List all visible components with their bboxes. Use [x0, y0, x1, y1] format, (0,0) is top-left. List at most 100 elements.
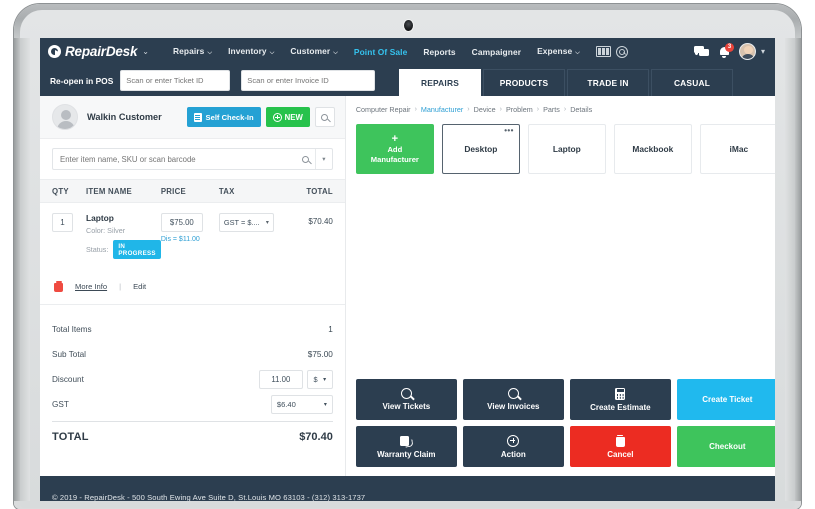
overflow-menu-icon[interactable]: ••• [504, 127, 514, 135]
self-check-in-button[interactable]: Self Check-In [186, 107, 261, 127]
manufacturer-card-label: Laptop [552, 144, 581, 154]
grand-total-value: $70.40 [299, 431, 333, 443]
document-icon [193, 112, 202, 122]
ticket-id-input[interactable] [120, 70, 231, 91]
tab-repairs[interactable]: REPAIRS [399, 69, 481, 96]
column-header-tax: TAX [218, 186, 235, 196]
gst-select-value: $6.40 [276, 400, 296, 409]
price-input[interactable]: $75.00 [160, 213, 203, 232]
add-manufacturer-button[interactable]: + Add Manufacturer [355, 124, 434, 174]
tab-trade-in[interactable]: TRADE IN [567, 69, 649, 96]
brand-logo[interactable]: RepairDesk ⌄ [48, 44, 149, 59]
avatar[interactable] [738, 43, 756, 60]
device-screen: RepairDesk ⌄ Repairs ⌵ Inventory ⌵ Custome… [40, 38, 775, 501]
cancel-label: Cancel [607, 449, 634, 459]
circle-search-icon[interactable] [615, 45, 628, 58]
manufacturer-card-list: + Add Manufacturer ••• Desktop Laptop Ma… [355, 124, 775, 174]
column-header-item-name: ITEM NAME [86, 186, 132, 196]
create-ticket-button[interactable]: Create Ticket [676, 379, 775, 420]
tab-products[interactable]: PRODUCTS [483, 69, 565, 96]
footer-text: © 2019 - RepairDesk - 500 South Ewing Av… [52, 493, 366, 501]
table-row: 1 Laptop Color: Silver Status: IN PROGRE… [40, 203, 345, 259]
discount-unit-value: $ [313, 375, 318, 384]
cell-item-name: Laptop Color: Silver Status: IN PROGRESS [86, 213, 161, 259]
nav-item-point-of-sale[interactable]: Point Of Sale [346, 47, 415, 57]
item-search-input[interactable] [53, 154, 296, 164]
nav-item-expense[interactable]: Expense ⌵ [529, 46, 588, 57]
brand-name: RepairDesk [65, 44, 138, 59]
nav-item-label: Campaigner [471, 46, 522, 57]
breadcrumb-item-manufacturer[interactable]: Manufacturer [421, 105, 463, 114]
breadcrumb-item-details[interactable]: Details [570, 105, 592, 114]
cell-price: $75.00 Dis = $11.00 [160, 213, 219, 243]
notifications-button[interactable]: 3 [719, 42, 734, 58]
column-header-price: PRICE [160, 186, 186, 196]
manufacturer-card-imac[interactable]: iMac [699, 124, 775, 174]
search-icon [507, 388, 519, 399]
nav-item-inventory[interactable]: Inventory ⌵ [220, 46, 282, 57]
view-invoices-label: View Invoices [487, 402, 540, 411]
device-edge-right [795, 38, 801, 501]
grand-total-row: TOTAL $70.40 [52, 422, 333, 452]
grid-icon[interactable] [595, 46, 611, 57]
warranty-icon [399, 435, 413, 447]
tax-select[interactable]: GST = $.... ▾ [218, 213, 274, 232]
trash-icon [615, 434, 625, 447]
chevron-down-icon[interactable]: ▾ [761, 47, 765, 56]
quantity-stepper[interactable]: 1 [52, 213, 73, 232]
create-estimate-button[interactable]: Create Estimate [569, 379, 671, 420]
nav-item-repairs[interactable]: Repairs ⌵ [165, 46, 220, 57]
manufacturer-card-laptop[interactable]: Laptop [527, 124, 606, 174]
item-search-dropdown-toggle[interactable]: ▾ [316, 155, 332, 163]
create-estimate-label: Create Estimate [590, 402, 651, 412]
column-header-total: TOTAL [306, 186, 333, 196]
cancel-button[interactable]: Cancel [569, 426, 671, 467]
invoice-id-input[interactable] [241, 70, 375, 91]
search-icon [400, 388, 412, 399]
repairdesk-logo-icon [48, 45, 61, 58]
add-manufacturer-label-line1: Add [387, 144, 403, 154]
breadcrumb-item-device[interactable]: Device [474, 105, 496, 114]
breadcrumb-item-computer-repair[interactable]: Computer Repair [356, 105, 411, 114]
more-info-link[interactable]: More Info [75, 282, 107, 291]
manufacturer-card-mackbook[interactable]: Mackbook [613, 124, 692, 174]
chat-icon[interactable] [693, 45, 710, 58]
trash-icon[interactable] [54, 281, 63, 292]
warranty-claim-button[interactable]: Warranty Claim [355, 426, 457, 467]
nav-item-reports[interactable]: Reports [415, 47, 463, 57]
discount-note[interactable]: Dis = $11.00 [161, 236, 219, 243]
nav-item-campaigner[interactable]: Campaigner [464, 47, 529, 57]
customer-search-button[interactable] [314, 107, 335, 127]
discount-input[interactable]: 11.00 [258, 370, 303, 389]
view-invoices-button[interactable]: View Invoices [462, 379, 564, 420]
repair-selection-panel: Computer Repair › Manufacturer › Device … [345, 96, 775, 476]
chevron-down-icon: ⌄ [142, 47, 149, 56]
create-ticket-label: Create Ticket [702, 395, 753, 404]
breadcrumb-item-parts[interactable]: Parts [543, 105, 560, 114]
cell-row-total: $70.40 [308, 217, 333, 226]
self-check-in-label: Self Check-In [205, 112, 254, 122]
item-search-button[interactable] [296, 155, 315, 163]
gst-select[interactable]: $6.40 ▾ [270, 395, 333, 414]
breadcrumb-item-problem[interactable]: Problem [506, 105, 533, 114]
tax-select-value: GST = $.... [223, 218, 260, 227]
warranty-claim-label: Warranty Claim [377, 449, 436, 459]
plus-circle-icon [507, 434, 520, 447]
tab-casual[interactable]: CASUAL [651, 69, 733, 96]
new-customer-button[interactable]: NEW [265, 107, 310, 127]
action-button[interactable]: Action [462, 426, 564, 467]
chevron-down-icon: ⌵ [575, 50, 580, 56]
item-name: Laptop [86, 213, 114, 223]
view-tickets-button[interactable]: View Tickets [355, 379, 457, 420]
divider: | [119, 282, 122, 291]
action-label: Action [500, 449, 526, 459]
checkout-button[interactable]: Checkout [676, 426, 775, 467]
edit-link[interactable]: Edit [133, 282, 146, 291]
customer-avatar [52, 104, 78, 130]
discount-unit-select[interactable]: $ ▾ [306, 370, 333, 389]
nav-item-customer[interactable]: Customer ⌵ [282, 46, 346, 57]
nav-item-label: Inventory [228, 46, 267, 56]
manufacturer-card-desktop[interactable]: ••• Desktop [441, 124, 520, 174]
repairdesk-pos-app: RepairDesk ⌄ Repairs ⌵ Inventory ⌵ Custome… [40, 38, 775, 501]
search-icon [321, 113, 329, 121]
